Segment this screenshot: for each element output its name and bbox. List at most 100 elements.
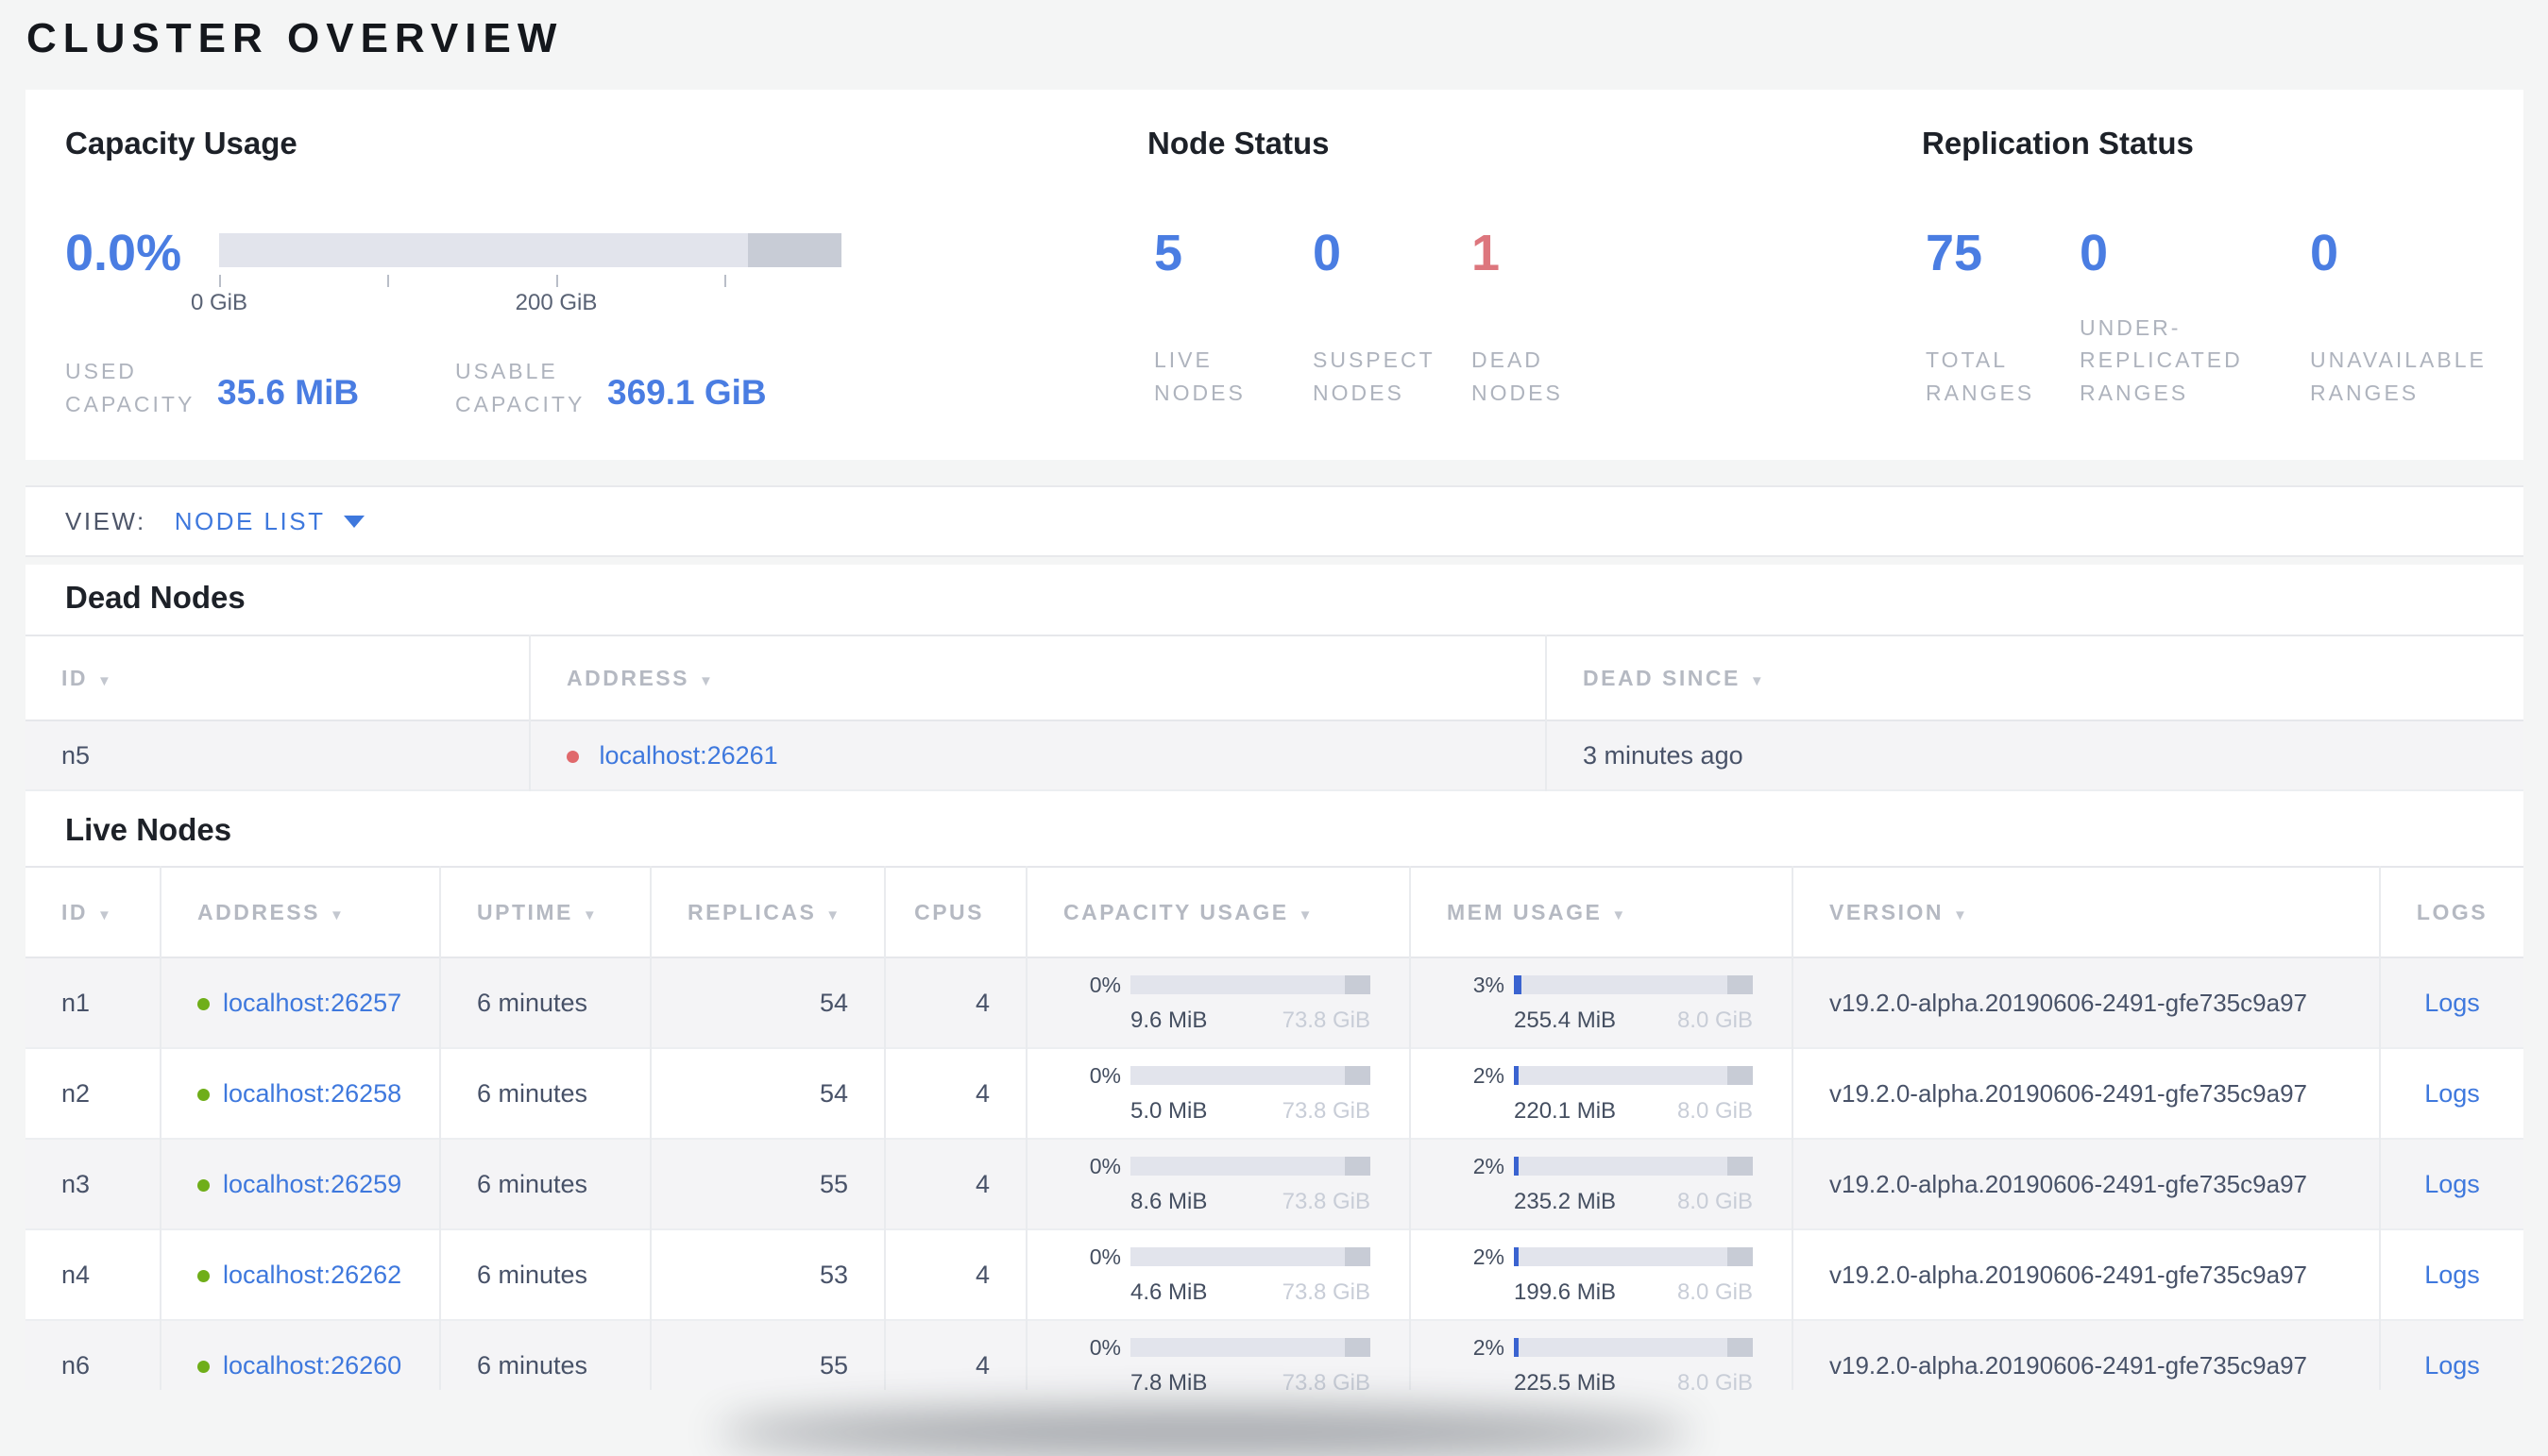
capacity-used-value: 7.8 MiB [1130, 1369, 1208, 1391]
live-node-row: n4 localhost:26262 6 minutes 53 4 0% 4.6… [25, 1229, 2523, 1320]
view-bar: VIEW: NODE LIST [25, 485, 2523, 557]
total-ranges-label: TOTAL RANGES [1926, 347, 2035, 405]
chevron-down-icon [344, 515, 365, 528]
node-status-title: Node Status [1147, 126, 1330, 161]
unavailable-ranges-label: UNAVAILABLE RANGES [2310, 347, 2487, 405]
live-nodes-header-row: ID ▼ ADDRESS ▼ UPTIME ▼ REPLICAS ▼ CPUS CAPA… [25, 867, 2523, 957]
dead-nodes-heading: Dead Nodes [65, 580, 246, 615]
under-replicated-label: UNDER-REPLICATED RANGES [2080, 314, 2243, 405]
capacity-total-value: 73.8 GiB [1282, 1278, 1370, 1305]
capacity-bar [1130, 1066, 1371, 1085]
column-header-uptime[interactable]: UPTIME ▼ [440, 867, 652, 957]
node-address-link[interactable]: localhost:26262 [223, 1261, 401, 1289]
mem-total-value: 8.0 GiB [1676, 1278, 1753, 1305]
dead-since-cell: 3 minutes ago [1583, 740, 1743, 770]
sort-desc-icon: ▼ [97, 906, 111, 923]
mem-bar [1514, 1157, 1754, 1176]
gauge-tick [724, 275, 726, 287]
mem-usage-cell: 2% 220.1 MiB 8.0 GiB [1410, 1048, 1793, 1139]
mem-total-value: 8.0 GiB [1676, 1007, 1753, 1033]
sort-desc-icon: ▼ [1611, 906, 1626, 923]
mem-usage-cell: 3% 255.4 MiB 8.0 GiB [1410, 957, 1793, 1048]
uptime-cell: 6 minutes [440, 1139, 652, 1229]
column-header-mem-usage[interactable]: MEM USAGE ▼ [1410, 867, 1793, 957]
used-capacity-label: USED CAPACITY [65, 359, 195, 416]
logs-link[interactable]: Logs [2424, 1170, 2480, 1198]
logs-link[interactable]: Logs [2424, 1079, 2480, 1108]
gauge-tick [219, 275, 221, 287]
gauge-tick [556, 275, 558, 287]
mem-bar [1514, 1066, 1754, 1085]
column-header-address[interactable]: ADDRESS ▼ [530, 635, 1547, 720]
unavailable-ranges-stat: 0 UNAVAILABLE RANGES [2310, 225, 2487, 409]
mem-used-value: 199.6 MiB [1514, 1278, 1617, 1305]
dead-status-icon [567, 750, 579, 763]
version-cell: v19.2.0-alpha.20190606-2491-gfe735c9a97 [1792, 957, 2381, 1048]
column-header-capacity-usage[interactable]: CAPACITY USAGE ▼ [1027, 867, 1411, 957]
view-selector-dropdown[interactable]: NODE LIST [175, 507, 365, 536]
node-address-link[interactable]: localhost:26257 [223, 989, 401, 1017]
replicas-cell: 54 [651, 1048, 886, 1139]
sort-desc-icon: ▼ [329, 906, 344, 923]
mem-bar [1514, 1338, 1754, 1357]
logs-cell: Logs [2380, 1320, 2523, 1390]
column-header-version[interactable]: VERSION ▼ [1792, 867, 2381, 957]
column-header-dead-since[interactable]: DEAD SINCE ▼ [1546, 635, 2523, 720]
live-nodes-heading: Live Nodes [65, 812, 232, 847]
logs-link[interactable]: Logs [2424, 1261, 2480, 1289]
suspect-nodes-count: 0 [1313, 225, 1342, 281]
column-header-replicas[interactable]: REPLICAS ▼ [651, 867, 886, 957]
under-replicated-count: 0 [2080, 225, 2109, 281]
mem-percent-label: 2% [1472, 1062, 1504, 1088]
logs-cell: Logs [2380, 1229, 2523, 1320]
replicas-cell: 53 [651, 1229, 886, 1320]
version-cell: v19.2.0-alpha.20190606-2491-gfe735c9a97 [1792, 1048, 2381, 1139]
capacity-used-value: 9.6 MiB [1130, 1007, 1208, 1033]
dead-nodes-table: ID ▼ ADDRESS ▼ DEAD SINCE ▼ n5 localhost:26… [25, 635, 2523, 791]
capacity-total-value: 73.8 GiB [1282, 1097, 1370, 1124]
dead-nodes-label: DEAD NODES [1471, 347, 1563, 405]
cpus-cell: 4 [885, 1229, 1028, 1320]
column-header-id[interactable]: ID ▼ [25, 867, 161, 957]
logs-cell: Logs [2380, 957, 2523, 1048]
uptime-cell: 6 minutes [440, 1048, 652, 1139]
page-title: CLUSTER OVERVIEW [26, 15, 564, 61]
cpus-cell: 4 [885, 1048, 1028, 1139]
capacity-used-value: 4.6 MiB [1130, 1278, 1208, 1305]
live-node-row: n1 localhost:26257 6 minutes 54 4 0% 9.6… [25, 957, 2523, 1048]
version-cell: v19.2.0-alpha.20190606-2491-gfe735c9a97 [1792, 1229, 2381, 1320]
usable-capacity-value: 369.1 GiB [607, 373, 767, 412]
node-id-cell: n1 [25, 957, 161, 1048]
node-id-cell: n4 [25, 1229, 161, 1320]
sort-desc-icon: ▼ [1749, 672, 1764, 689]
usable-capacity-label: USABLE CAPACITY [455, 359, 586, 416]
logs-cell: Logs [2380, 1048, 2523, 1139]
node-address-cell: localhost:26261 [530, 720, 1547, 790]
capacity-bar [1130, 1157, 1371, 1176]
capacity-percent-label: 0% [1089, 1062, 1121, 1088]
logs-link[interactable]: Logs [2424, 989, 2480, 1017]
view-label: VIEW: [65, 506, 146, 535]
unavailable-ranges-count: 0 [2310, 225, 2339, 281]
mem-total-value: 8.0 GiB [1676, 1188, 1753, 1214]
under-replicated-ranges-stat: 0 UNDER-REPLICATED RANGES [2080, 225, 2243, 409]
replicas-cell: 55 [651, 1139, 886, 1229]
column-header-address[interactable]: ADDRESS ▼ [161, 867, 441, 957]
capacity-percent-label: 0% [1089, 1244, 1121, 1269]
node-id-cell: n3 [25, 1139, 161, 1229]
mem-percent-label: 2% [1472, 1334, 1504, 1360]
nodes-tables-card: Dead Nodes ID ▼ ADDRESS ▼ DEAD SINCE ▼ n5 l… [25, 565, 2523, 1390]
node-address-link[interactable]: localhost:26261 [600, 741, 778, 770]
total-ranges-stat: 75 TOTAL RANGES [1926, 228, 2067, 409]
logs-link[interactable]: Logs [2424, 1351, 2480, 1380]
node-address-link[interactable]: localhost:26260 [223, 1351, 401, 1380]
node-address-link[interactable]: localhost:26258 [223, 1079, 401, 1108]
below-fold-shadow [718, 1409, 1690, 1456]
mem-used-value: 220.1 MiB [1514, 1097, 1617, 1124]
node-address-cell: localhost:26258 [161, 1048, 441, 1139]
column-header-id[interactable]: ID ▼ [25, 635, 531, 720]
mem-usage-cell: 2% 225.5 MiB 8.0 GiB [1410, 1320, 1793, 1390]
live-status-icon [197, 1269, 210, 1282]
node-address-link[interactable]: localhost:26259 [223, 1170, 401, 1198]
capacity-total-value: 73.8 GiB [1282, 1369, 1370, 1391]
